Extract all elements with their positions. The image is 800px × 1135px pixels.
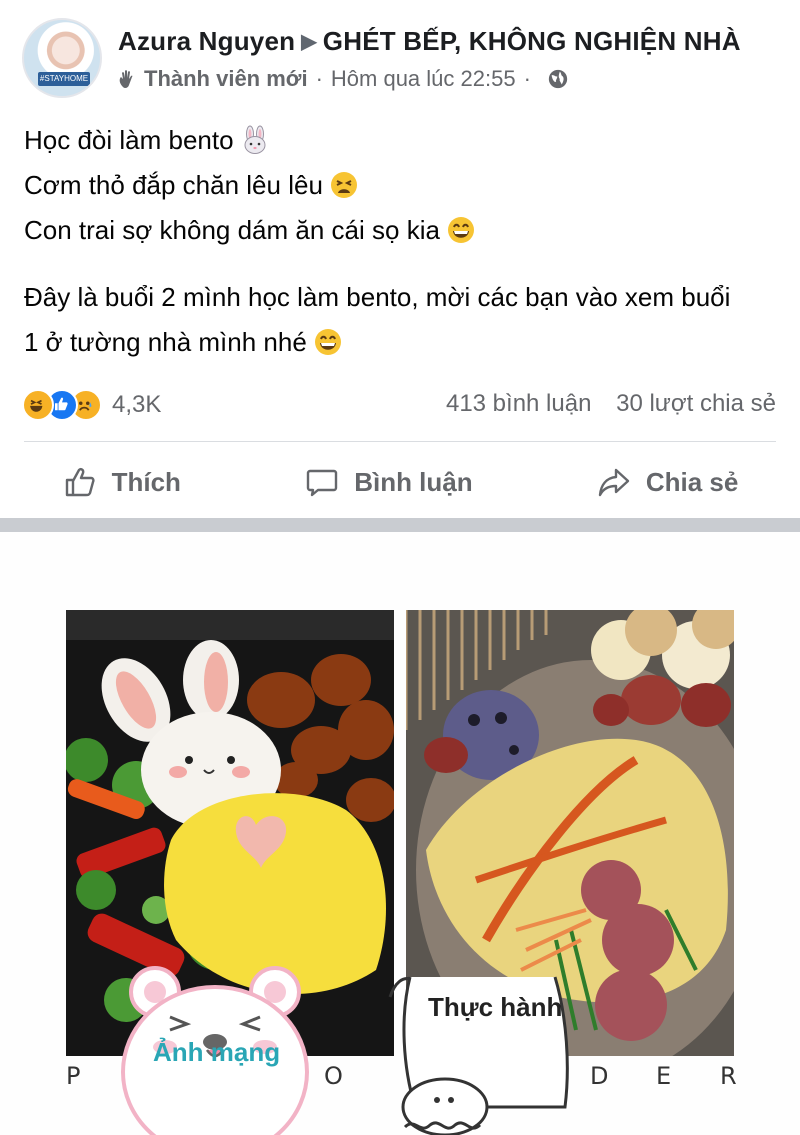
post-body: Học đòi làm bento Cơm thỏ đắp chăn lêu l… xyxy=(24,118,784,365)
divider xyxy=(24,441,776,442)
reaction-count: 4,3K xyxy=(112,391,162,418)
post-text-line: Con trai sợ không dám ăn cái sọ kia xyxy=(24,208,784,253)
reaction-summary[interactable]: 4,3K xyxy=(22,388,161,422)
arrow-right-icon: ▶ xyxy=(301,31,317,53)
author-avatar[interactable]: #STAYHOME xyxy=(22,18,102,98)
post-text-line-2: Cơm thỏ đắp chăn lêu lêu xyxy=(24,170,323,200)
post-text-line-1: Học đòi làm bento xyxy=(24,125,234,155)
group-name[interactable]: GHÉT BẾP, KHÔNG NGHIỆN NHÀ xyxy=(323,26,741,56)
haha-reaction-icon xyxy=(22,389,54,421)
left-photo-caption: Ảnh mạng xyxy=(153,1037,281,1067)
tired-face-icon xyxy=(330,172,357,198)
post-text-line: Đây là buổi 2 mình học làm bento, mời cá… xyxy=(24,275,784,320)
post-timestamp[interactable]: Hôm qua lúc 22:55 xyxy=(331,66,516,92)
watermark-letter: R xyxy=(720,1062,739,1090)
post-text-line-3: Con trai sợ không dám ăn cái sọ kia xyxy=(24,215,440,245)
share-label: Chia sẻ xyxy=(645,466,739,497)
comment-label: Bình luận xyxy=(354,466,473,497)
action-bar: Thích Bình luận Chia sẻ xyxy=(0,452,800,512)
right-photo-caption: Thực hành xyxy=(428,992,563,1022)
watermark-letter: O xyxy=(324,1062,345,1090)
ghost-sticker-icon xyxy=(388,976,569,1135)
waving-hand-icon xyxy=(119,70,133,89)
meta-separator: · xyxy=(523,66,531,91)
grinning-face-icon xyxy=(447,217,474,243)
comment-bubble-icon xyxy=(306,469,338,497)
globe-icon xyxy=(548,69,568,89)
post-text-line: Học đòi làm bento xyxy=(24,118,784,163)
meta-separator: · xyxy=(315,66,323,91)
comment-button[interactable]: Bình luận xyxy=(304,464,473,500)
like-label: Thích xyxy=(111,466,181,497)
post-text-line: Cơm thỏ đắp chăn lêu lêu xyxy=(24,163,784,208)
post-header: #STAYHOME Azura Nguyen ▶ GHÉT BẾP, KHÔNG N… xyxy=(22,18,782,102)
grinning-face-icon xyxy=(314,329,341,355)
share-button[interactable]: Chia sẻ xyxy=(596,464,739,500)
share-count[interactable]: 30 lượt chia sẻ xyxy=(616,390,776,417)
thumbs-up-icon xyxy=(65,468,95,497)
avatar-tag: #STAYHOME xyxy=(38,72,90,86)
member-badge: Thành viên mới xyxy=(144,66,308,91)
like-button[interactable]: Thích xyxy=(62,464,181,500)
engagement-stats: 413 bình luận 30 lượt chia sẻ xyxy=(446,390,776,418)
post-text-line-4: Đây là buổi 2 mình học làm bento, mời cá… xyxy=(24,282,731,312)
watermark-letter: D xyxy=(590,1062,611,1090)
post-meta: Thành viên mới · Hôm qua lúc 22:55 · xyxy=(116,66,569,92)
section-separator xyxy=(0,518,800,532)
author-name[interactable]: Azura Nguyen xyxy=(118,26,295,56)
share-arrow-icon xyxy=(598,468,630,497)
comment-count[interactable]: 413 bình luận xyxy=(446,390,591,417)
post-title-line: Azura Nguyen ▶ GHÉT BẾP, KHÔNG NGHIỆN NHÀ xyxy=(118,26,741,57)
watermark-letter: E xyxy=(656,1062,674,1090)
post-text-line: 1 ở tường nhà mình nhé xyxy=(24,320,784,365)
post-text-line-5: 1 ở tường nhà mình nhé xyxy=(24,327,307,357)
post-photo[interactable]: Ảnh mạng Thực hành P O D E R xyxy=(0,532,800,1135)
rabbit-face-icon xyxy=(244,125,266,154)
watermark-letter: P xyxy=(66,1062,83,1090)
